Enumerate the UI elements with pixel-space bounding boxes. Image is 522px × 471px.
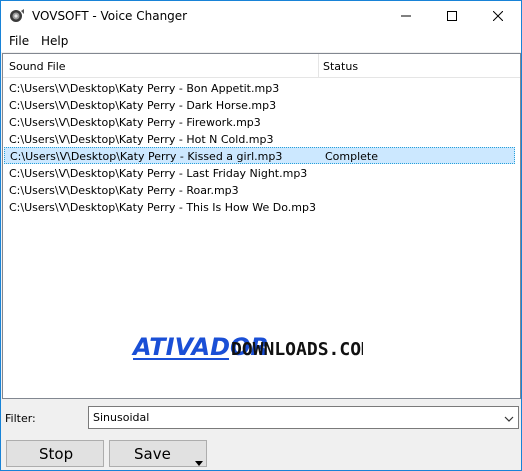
close-icon [493,11,503,21]
menu-file[interactable]: File [9,34,29,48]
list-item[interactable]: C:\Users\V\Desktop\Katy Perry - Firework… [4,114,515,131]
list-item[interactable]: C:\Users\V\Desktop\Katy Perry - This Is … [4,199,515,216]
column-header-sound-file[interactable]: Sound File [9,60,66,73]
column-separator[interactable] [318,54,319,78]
app-window: VOVSOFT - Voice Changer File Help Sound … [0,0,522,471]
column-header-status[interactable]: Status [323,60,358,73]
menu-bar: File Help [1,31,521,52]
speaker-icon [9,8,25,24]
list-item-file: C:\Users\V\Desktop\Katy Perry - Bon Appe… [9,82,280,95]
list-item-file: C:\Users\V\Desktop\Katy Perry - Hot N Co… [9,133,274,146]
maximize-icon [447,11,457,21]
list-item-file: C:\Users\V\Desktop\Katy Perry - Roar.mp3 [9,184,239,197]
list-item[interactable]: C:\Users\V\Desktop\Katy Perry - Dark Hor… [4,97,515,114]
list-item-file: C:\Users\V\Desktop\Katy Perry - Dark Hor… [9,99,277,112]
watermark-text-b: DOWNLOADS.COM [231,339,363,360]
list-item[interactable]: C:\Users\V\Desktop\Katy Perry - Hot N Co… [4,131,515,148]
minimize-icon [401,15,411,17]
minimize-button[interactable] [383,1,429,31]
close-button[interactable] [475,1,521,31]
list-item-file: C:\Users\V\Desktop\Katy Perry - This Is … [9,201,316,214]
dropdown-arrow-icon[interactable] [195,452,203,470]
watermark-logo: ATIVADOR DOWNLOADS.COM [131,333,363,361]
sound-file-list[interactable]: Sound File Status C:\Users\V\Desktop\Kat… [2,53,521,399]
list-header: Sound File Status [3,54,520,78]
list-item[interactable]: C:\Users\V\Desktop\Katy Perry - Last Fri… [4,165,515,182]
list-item-selected[interactable]: C:\Users\V\Desktop\Katy Perry - Kissed a… [4,147,515,164]
stop-button-label: Stop [39,445,74,463]
list-item-file: C:\Users\V\Desktop\Katy Perry - Firework… [9,116,261,129]
maximize-button[interactable] [429,1,475,31]
save-button-label: Save [134,445,171,463]
menu-help[interactable]: Help [41,34,68,48]
stop-button[interactable]: Stop [6,440,104,467]
filter-label: Filter: [5,412,36,425]
filter-value: Sinusoidal [93,411,150,424]
list-item[interactable]: C:\Users\V\Desktop\Katy Perry - Roar.mp3 [4,182,515,199]
save-button[interactable]: Save [109,440,207,467]
chevron-down-icon[interactable] [504,413,514,426]
list-item[interactable]: C:\Users\V\Desktop\Katy Perry - Bon Appe… [4,80,515,97]
window-title: VOVSOFT - Voice Changer [32,9,188,23]
title-bar[interactable]: VOVSOFT - Voice Changer [1,1,521,31]
list-item-file: C:\Users\V\Desktop\Katy Perry - Kissed a… [10,150,283,163]
list-item-status: Complete [325,150,379,163]
filter-select[interactable]: Sinusoidal [88,406,519,429]
list-item-file: C:\Users\V\Desktop\Katy Perry - Last Fri… [9,167,308,180]
